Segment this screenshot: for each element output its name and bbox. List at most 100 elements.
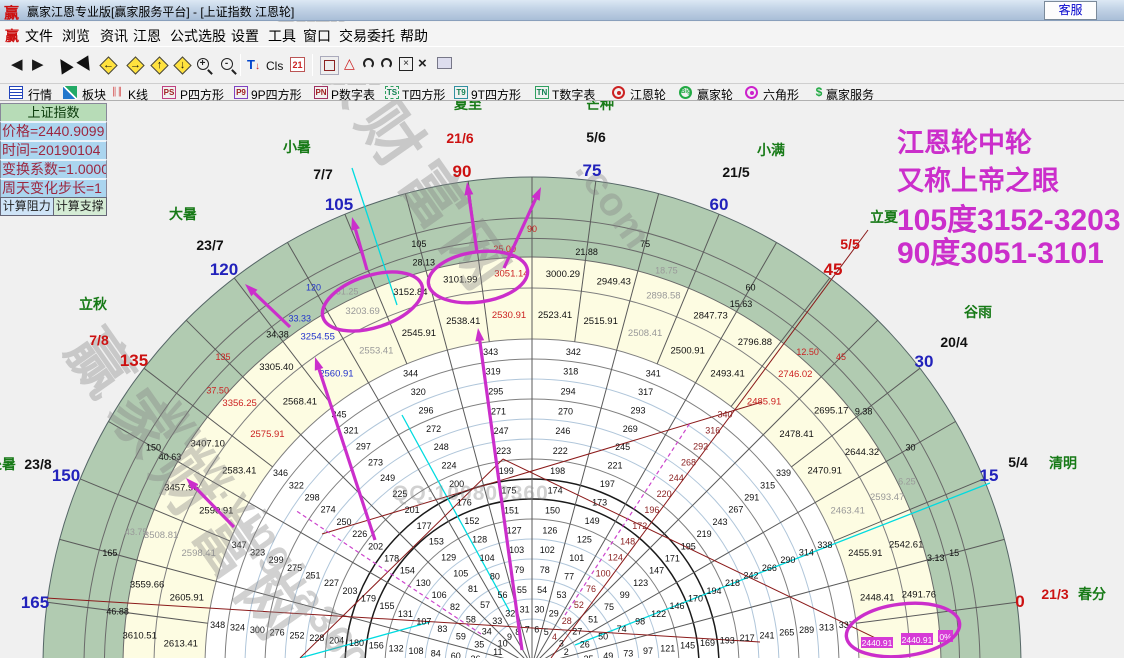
svg-text:338: 338 xyxy=(817,540,832,550)
svg-text:小暑: 小暑 xyxy=(283,139,311,155)
svg-text:319: 319 xyxy=(486,367,501,377)
svg-text:52: 52 xyxy=(574,600,584,610)
svg-text:59: 59 xyxy=(456,632,466,642)
svg-text:3559.66: 3559.66 xyxy=(130,580,164,591)
svg-text:155: 155 xyxy=(379,601,394,611)
svg-text:31: 31 xyxy=(520,605,530,615)
svg-text:197: 197 xyxy=(600,479,615,489)
svg-text:106: 106 xyxy=(432,590,447,600)
svg-text:126: 126 xyxy=(542,525,557,535)
svg-text:172: 172 xyxy=(632,521,647,531)
svg-text:90度3051-3101: 90度3051-3101 xyxy=(897,237,1104,270)
svg-text:272: 272 xyxy=(426,424,441,434)
svg-text:9.38: 9.38 xyxy=(855,407,873,417)
svg-text:2575.91: 2575.91 xyxy=(250,429,284,440)
svg-text:194: 194 xyxy=(706,586,721,596)
svg-text:60: 60 xyxy=(710,195,729,214)
svg-text:2613.41: 2613.41 xyxy=(164,638,198,649)
svg-text:处暑: 处暑 xyxy=(0,456,16,472)
svg-text:76: 76 xyxy=(586,584,596,594)
svg-text:293: 293 xyxy=(630,405,645,415)
svg-text:242: 242 xyxy=(743,571,758,581)
svg-text:81: 81 xyxy=(468,584,478,594)
svg-text:2440.91: 2440.91 xyxy=(902,635,933,645)
svg-text:3356.25: 3356.25 xyxy=(222,398,256,409)
svg-text:131: 131 xyxy=(398,609,413,619)
svg-text:20/4: 20/4 xyxy=(940,334,967,350)
svg-text:32: 32 xyxy=(505,609,515,619)
svg-text:57: 57 xyxy=(480,600,490,610)
svg-text:15: 15 xyxy=(980,466,999,485)
svg-text:2593.47: 2593.47 xyxy=(870,492,904,503)
svg-text:343: 343 xyxy=(483,347,498,357)
svg-text:201: 201 xyxy=(405,505,420,515)
svg-text:314: 314 xyxy=(799,548,814,558)
svg-text:43.75: 43.75 xyxy=(125,527,148,537)
svg-text:28: 28 xyxy=(562,616,572,626)
svg-text:147: 147 xyxy=(649,566,664,576)
svg-text:2545.91: 2545.91 xyxy=(402,328,436,339)
svg-text:247: 247 xyxy=(494,426,509,436)
svg-text:2568.41: 2568.41 xyxy=(283,397,317,408)
svg-text:135: 135 xyxy=(215,352,230,362)
svg-text:21/5: 21/5 xyxy=(722,164,749,180)
svg-text:295: 295 xyxy=(488,387,503,397)
svg-text:196: 196 xyxy=(644,505,659,515)
svg-text:3305.40: 3305.40 xyxy=(259,362,293,373)
svg-text:107: 107 xyxy=(416,616,431,626)
svg-text:21/6: 21/6 xyxy=(446,130,473,146)
svg-text:55: 55 xyxy=(517,585,527,595)
svg-text:120: 120 xyxy=(306,283,321,293)
svg-text:74: 74 xyxy=(617,624,627,634)
svg-text:清明: 清明 xyxy=(1049,455,1077,471)
svg-text:315: 315 xyxy=(760,480,775,490)
svg-text:2508.41: 2508.41 xyxy=(628,328,662,339)
svg-text:3: 3 xyxy=(559,639,564,649)
svg-text:3203.69: 3203.69 xyxy=(345,306,379,317)
svg-text:79: 79 xyxy=(514,565,524,575)
svg-text:45: 45 xyxy=(824,260,843,279)
svg-text:121: 121 xyxy=(660,643,675,653)
svg-text:7/7: 7/7 xyxy=(313,166,333,182)
svg-text:105: 105 xyxy=(325,195,353,214)
svg-text:202: 202 xyxy=(368,541,383,551)
svg-text:268: 268 xyxy=(681,457,696,467)
svg-text:80: 80 xyxy=(490,572,500,582)
svg-text:2523.41: 2523.41 xyxy=(538,310,572,321)
svg-text:108: 108 xyxy=(408,646,423,656)
svg-text:165: 165 xyxy=(102,548,117,558)
svg-text:245: 245 xyxy=(615,442,630,452)
svg-text:267: 267 xyxy=(728,505,743,515)
svg-text:51: 51 xyxy=(588,614,598,624)
svg-text:15: 15 xyxy=(949,548,959,558)
svg-text:243: 243 xyxy=(712,517,727,527)
svg-text:45: 45 xyxy=(836,352,846,362)
svg-text:3000.29: 3000.29 xyxy=(546,269,580,280)
svg-text:98: 98 xyxy=(635,616,645,626)
svg-text:103: 103 xyxy=(509,545,524,555)
svg-text:30: 30 xyxy=(915,352,934,371)
svg-text:203: 203 xyxy=(342,586,357,596)
svg-text:23/8: 23/8 xyxy=(24,456,51,472)
svg-text:145: 145 xyxy=(680,641,695,651)
svg-text:313: 313 xyxy=(819,622,834,632)
svg-text:246: 246 xyxy=(555,426,570,436)
svg-text:2530.91: 2530.91 xyxy=(492,310,526,321)
svg-text:5/6: 5/6 xyxy=(586,129,606,145)
svg-text:2500.91: 2500.91 xyxy=(671,346,705,357)
svg-text:241: 241 xyxy=(759,630,774,640)
svg-text:124: 124 xyxy=(608,553,623,563)
svg-text:立秋: 立秋 xyxy=(79,296,108,312)
svg-text:0: 0 xyxy=(1015,592,1024,611)
svg-text:3508.81: 3508.81 xyxy=(144,530,178,541)
svg-text:2493.41: 2493.41 xyxy=(710,369,744,380)
svg-text:37.50: 37.50 xyxy=(206,386,229,396)
svg-text:36: 36 xyxy=(470,654,480,658)
svg-text:5/5: 5/5 xyxy=(840,236,860,252)
svg-text:78: 78 xyxy=(540,565,550,575)
svg-text:218: 218 xyxy=(725,578,740,588)
svg-text:102: 102 xyxy=(540,545,555,555)
svg-text:29: 29 xyxy=(549,609,559,619)
svg-text:289: 289 xyxy=(799,625,814,635)
svg-text:318: 318 xyxy=(563,367,578,377)
